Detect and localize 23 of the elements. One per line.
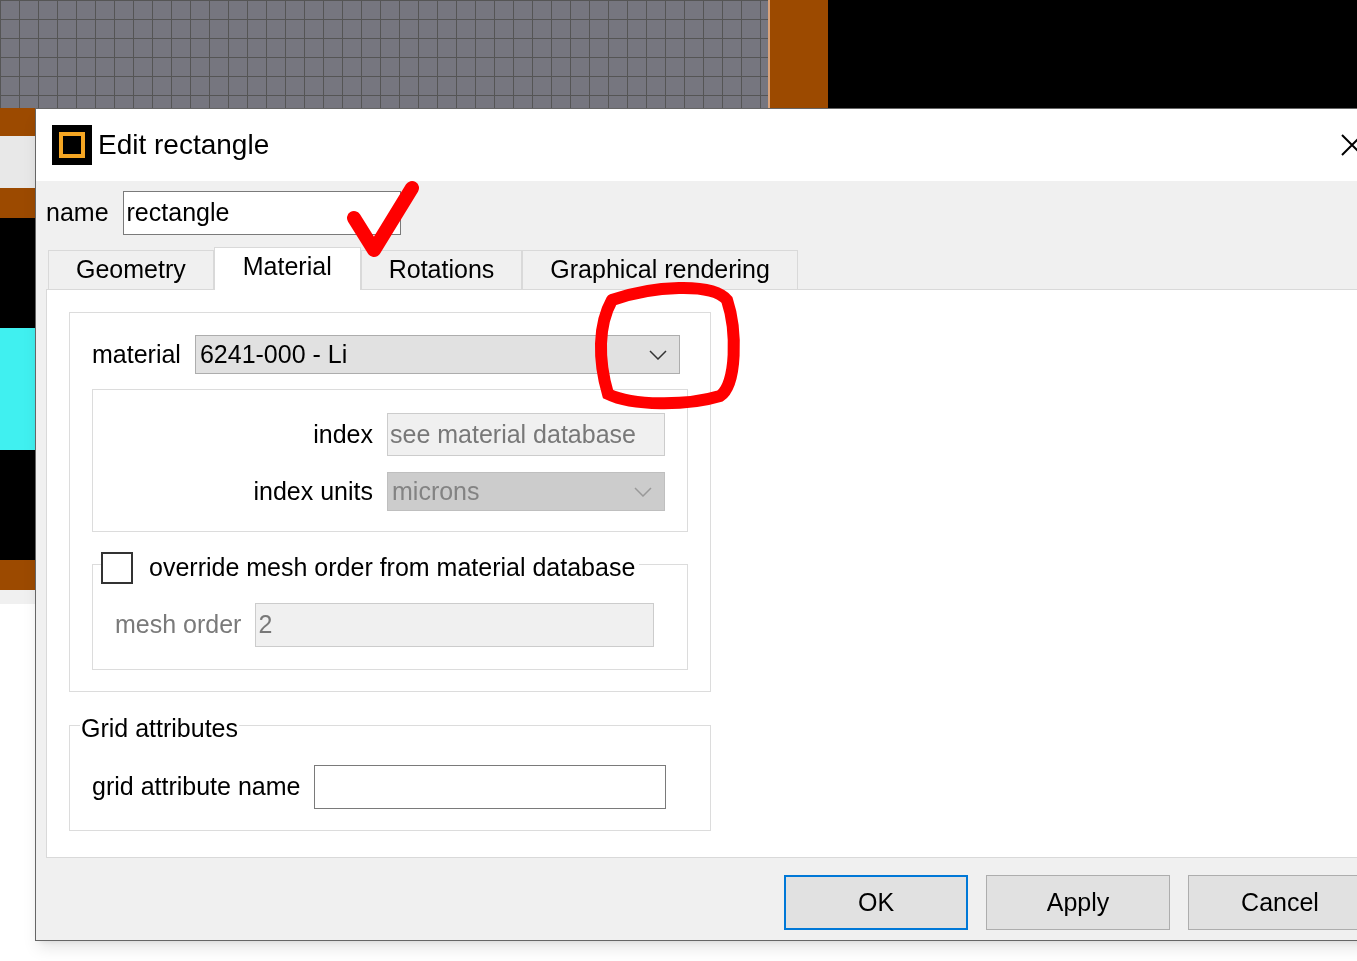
dialog-button[interactable]: Apply: [986, 875, 1170, 930]
index-units-label: index units: [253, 475, 373, 507]
tab[interactable]: Graphical rendering: [522, 250, 798, 289]
tab[interactable]: Geometry: [48, 250, 214, 289]
name-field[interactable]: rectangle: [122, 191, 401, 235]
index-label: index: [313, 418, 373, 450]
close-icon: [1341, 134, 1357, 156]
name-label: name: [46, 197, 109, 229]
dialog-button[interactable]: OK: [784, 875, 968, 930]
tab[interactable]: Material: [213, 247, 361, 290]
window-title: Edit rectangle: [98, 128, 270, 162]
app-icon: [52, 125, 92, 165]
grid-attribute-name-label: grid attribute name: [92, 771, 301, 803]
chevron-down-icon: [634, 486, 652, 497]
material-dropdown[interactable]: 6241-000 - Li: [194, 335, 680, 374]
checkbox-label: override mesh order from material database: [149, 552, 636, 583]
grid-attribute-name-field[interactable]: [314, 765, 667, 809]
chevron-down-icon: [648, 349, 667, 360]
dialog-button[interactable]: Cancel: [1188, 875, 1357, 930]
tab[interactable]: Rotations: [360, 250, 523, 289]
checkbox[interactable]: [101, 551, 133, 584]
mesh-order-label: mesh order: [115, 609, 242, 641]
material-label: material: [92, 338, 181, 370]
